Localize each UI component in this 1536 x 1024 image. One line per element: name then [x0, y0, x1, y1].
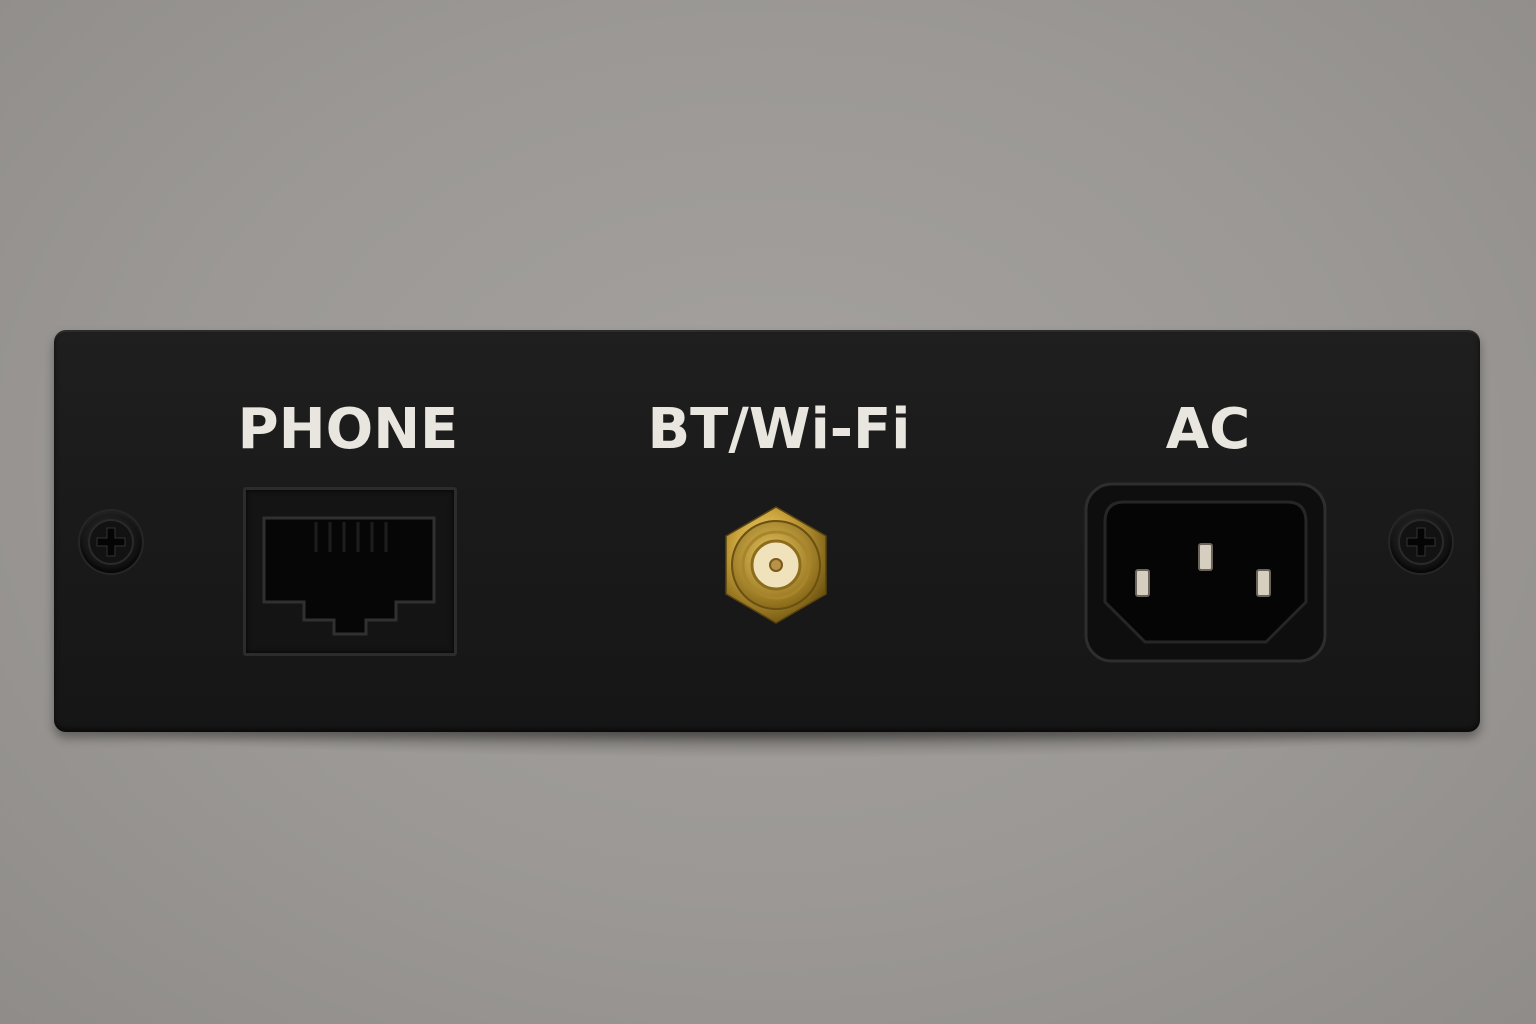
right-screw-icon: [1390, 511, 1452, 573]
power-inlet-icon[interactable]: [1084, 482, 1327, 663]
bt-wifi-label: BT/Wi-Fi: [647, 397, 911, 462]
ac-label: AC: [1165, 397, 1251, 462]
antenna-connector-icon[interactable]: [716, 505, 836, 625]
panel-shadow: [70, 728, 1470, 758]
phone-jack-icon[interactable]: [243, 487, 457, 656]
phone-label: PHONE: [237, 397, 459, 462]
left-screw-icon: [80, 511, 142, 573]
